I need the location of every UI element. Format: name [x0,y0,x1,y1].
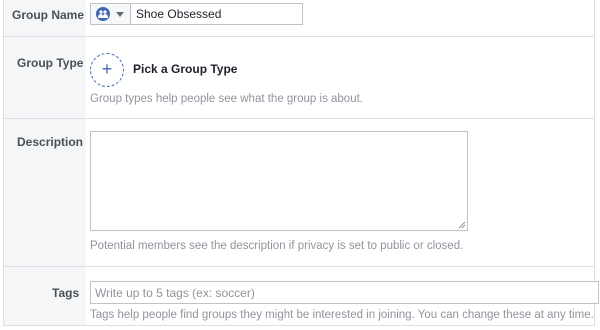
row-divider [4,266,594,267]
group-name-label: Group Name [12,8,85,22]
add-group-type-button[interactable]: + [90,53,124,87]
group-settings-form: Group Name Group Type + Pick a Group Typ… [3,0,599,326]
tags-input[interactable] [90,281,599,304]
row-divider [4,118,594,119]
row-divider [4,36,594,37]
tags-help: Tags help people find groups they might … [90,309,594,321]
group-type-help: Group types help people see what the gro… [90,93,363,105]
description-label: Description [17,135,84,149]
group-icon [96,7,110,21]
resize-grip-icon[interactable] [458,221,466,229]
group-name-input[interactable] [132,4,300,24]
group-name-field [90,3,303,25]
plus-icon: + [101,59,113,79]
group-type-label: Group Type [17,56,84,70]
label-column [4,0,86,325]
description-textarea[interactable] [90,131,468,231]
description-help: Potential members see the description if… [90,240,464,252]
tags-label: Tags [52,286,80,300]
pick-group-type-link[interactable]: Pick a Group Type [133,62,237,76]
chevron-down-icon [116,12,124,17]
group-privacy-dropdown[interactable] [91,4,131,24]
